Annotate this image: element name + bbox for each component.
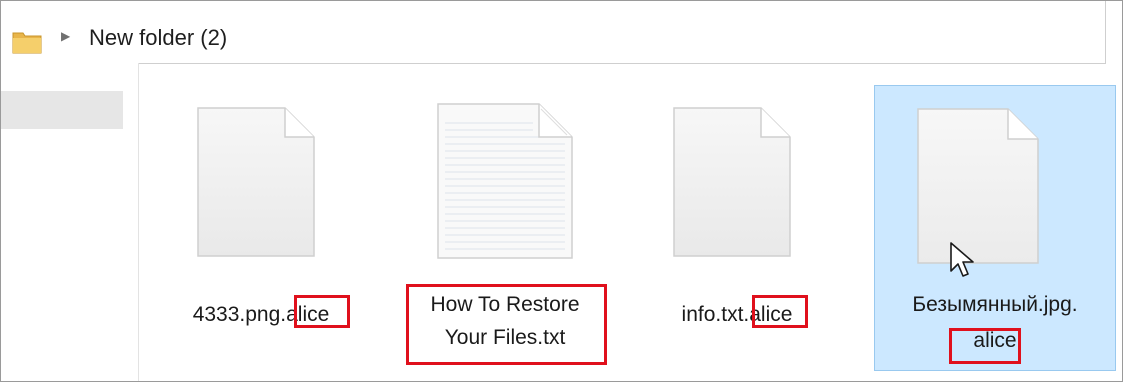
breadcrumb-folder[interactable]: New folder (2)	[89, 25, 227, 51]
blank-document-icon	[197, 107, 315, 257]
file-item[interactable]: 4333.png.alice	[161, 85, 361, 371]
blank-document-icon	[673, 107, 791, 257]
highlight-box	[752, 295, 808, 328]
explorer-window: ▶ New folder (2) 4333.png.alice How To R…	[0, 0, 1123, 382]
mouse-pointer-icon	[950, 242, 974, 277]
folder-icon	[12, 32, 42, 54]
file-name: Безымянный.jpg.	[912, 293, 1078, 316]
highlight-box	[949, 328, 1021, 364]
highlight-box	[406, 284, 607, 365]
highlight-box	[294, 295, 350, 328]
file-item[interactable]: info.txt.alice	[637, 85, 837, 371]
breadcrumb-chevron-icon[interactable]: ▶	[61, 29, 71, 43]
text-document-icon	[437, 103, 573, 259]
navigation-pane	[1, 63, 139, 381]
nav-selected-item[interactable]	[1, 91, 123, 129]
address-bar[interactable]: ▶ New folder (2)	[1, 1, 1106, 64]
